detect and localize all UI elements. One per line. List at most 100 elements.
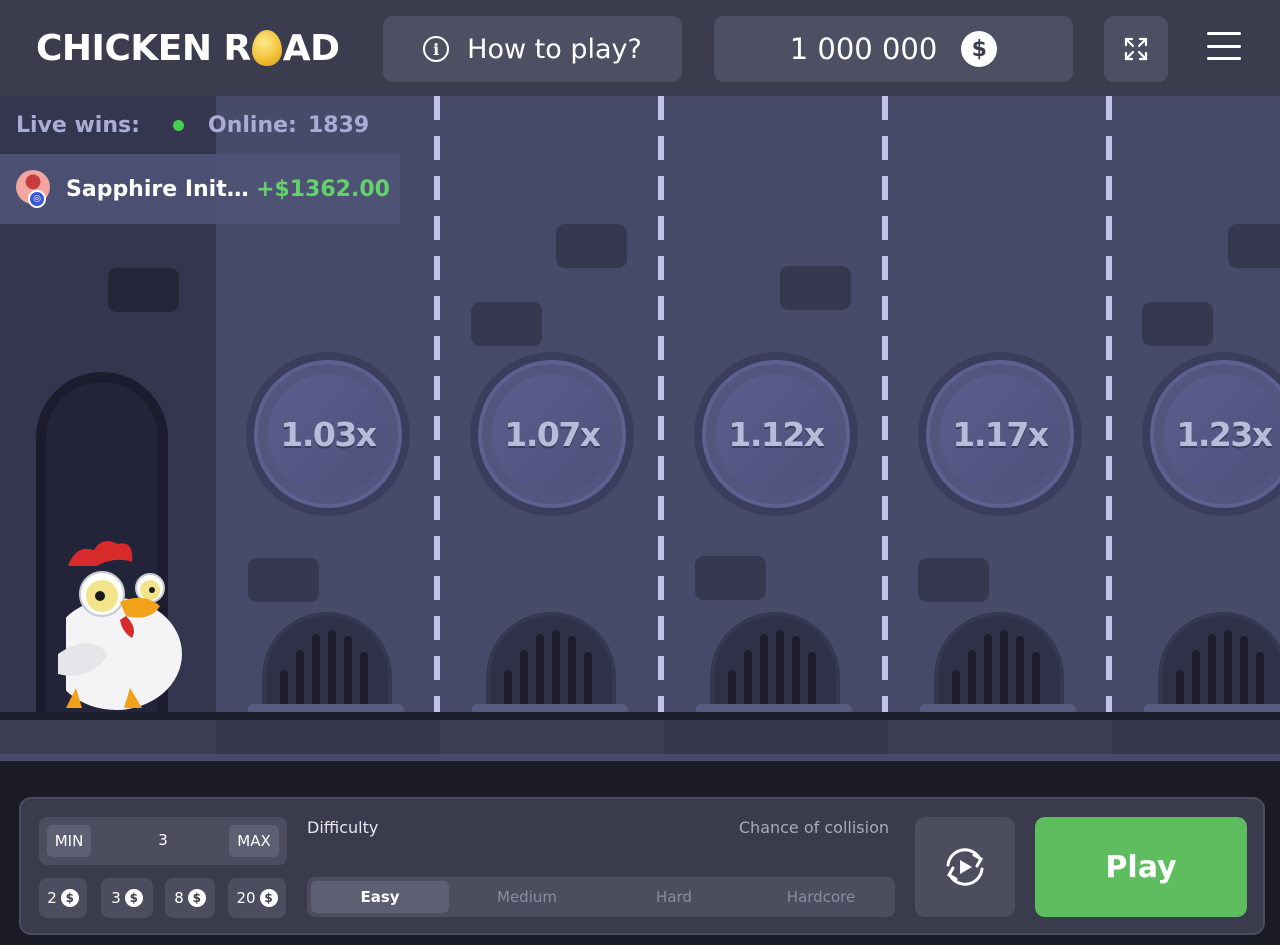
- lane-divider: [1106, 96, 1112, 716]
- road-brick: [1228, 224, 1280, 268]
- balance-value: 1 000 000: [789, 32, 938, 66]
- road-band: [0, 720, 1280, 754]
- multiplier-coin[interactable]: 1.17x: [918, 352, 1082, 516]
- quick-bet-button[interactable]: 8 $: [165, 878, 215, 918]
- multiplier-ring: 1.17x: [926, 360, 1074, 508]
- grate-bar: [792, 636, 800, 712]
- quick-bet-value: 20: [236, 889, 256, 907]
- multiplier-coin[interactable]: 1.23x: [1142, 352, 1280, 516]
- road-brick: [248, 558, 319, 602]
- multiplier-coin[interactable]: 1.07x: [470, 352, 634, 516]
- multiplier-face: 1.23x: [1164, 374, 1280, 494]
- road-segment: [888, 720, 1112, 754]
- live-wins-label: Live wins:: [16, 112, 140, 138]
- multiplier-ring: 1.03x: [254, 360, 402, 508]
- road-brick: [918, 558, 989, 602]
- grate-bar: [344, 636, 352, 712]
- multiplier-face: 1.03x: [268, 374, 388, 494]
- logo-text-right: AD: [282, 28, 340, 69]
- how-to-play-button[interactable]: i How to play?: [383, 16, 682, 82]
- multiplier-ring: 1.07x: [478, 360, 626, 508]
- chicken-character-icon: [46, 541, 182, 716]
- multiplier-face: 1.07x: [492, 374, 612, 494]
- grate-bar: [808, 652, 816, 712]
- lane-divider: [434, 96, 440, 716]
- dollar-coin-icon: $: [187, 889, 206, 907]
- manhole-grate-icon: [262, 612, 392, 712]
- bet-amount-input[interactable]: 3: [143, 831, 183, 849]
- road-brick: [780, 266, 851, 310]
- top-bar: CHICKEN R AD i How to play? 1 000 000 $: [0, 0, 1280, 96]
- grate-bar: [760, 634, 768, 712]
- quick-bet-button[interactable]: 2 $: [39, 878, 87, 918]
- online-label: Online:: [208, 112, 297, 138]
- multiplier-value: 1.07x: [504, 414, 601, 454]
- multiplier-value: 1.23x: [1176, 414, 1273, 454]
- grate-bar: [1192, 650, 1200, 712]
- difficulty-label: Difficulty: [307, 818, 379, 837]
- difficulty-tab-easy[interactable]: Easy: [311, 881, 449, 913]
- difficulty-tab-medium[interactable]: Medium: [458, 881, 596, 913]
- multiplier-value: 1.17x: [952, 414, 1049, 454]
- multiplier-value: 1.12x: [728, 414, 825, 454]
- grate-bar: [776, 630, 784, 712]
- menu-bar: [1207, 44, 1241, 48]
- menu-bar: [1207, 57, 1241, 60]
- live-win-entry: ◎ Sapphire Init… +$1362.00: [0, 154, 400, 224]
- lane-divider: [658, 96, 664, 716]
- wall-brick: [108, 268, 179, 312]
- live-wins-bar: Live wins: Online: 1839: [0, 96, 400, 154]
- max-bet-button[interactable]: MAX: [229, 825, 279, 857]
- multiplier-face: 1.17x: [940, 374, 1060, 494]
- multiplier-ring: 1.23x: [1150, 360, 1280, 508]
- difficulty-selector: Easy Medium Hard Hardcore: [307, 877, 895, 917]
- quick-bet-button[interactable]: 20 $: [228, 878, 286, 918]
- autoplay-button[interactable]: [915, 817, 1015, 917]
- min-bet-button[interactable]: MIN: [47, 825, 91, 857]
- grate-bar: [296, 650, 304, 712]
- chance-of-collision-label: Chance of collision: [738, 818, 889, 837]
- manhole-grate-icon: [934, 612, 1064, 712]
- quick-bet-button[interactable]: 3 $: [101, 878, 153, 918]
- grate-bar: [584, 652, 592, 712]
- road-brick: [695, 556, 766, 600]
- autoplay-refresh-icon: [946, 848, 984, 886]
- grate-bar: [1032, 652, 1040, 712]
- grate-bar: [360, 652, 368, 712]
- how-to-play-label: How to play?: [467, 33, 642, 65]
- grate-bar: [984, 634, 992, 712]
- grate-bar: [568, 636, 576, 712]
- dollar-coin-icon: $: [124, 889, 143, 907]
- quick-bet-value: 3: [111, 889, 121, 907]
- online-status-dot-icon: [173, 120, 184, 131]
- play-button[interactable]: Play: [1035, 817, 1247, 917]
- road-brick: [556, 224, 627, 268]
- online-count: 1839: [308, 112, 370, 138]
- fullscreen-button[interactable]: [1104, 16, 1168, 82]
- grate-bar: [312, 634, 320, 712]
- dollar-coin-icon: $: [961, 31, 998, 67]
- globe-icon: ◎: [28, 190, 46, 208]
- difficulty-tab-hardcore[interactable]: Hardcore: [752, 881, 890, 913]
- multiplier-value: 1.03x: [280, 414, 377, 454]
- dollar-coin-icon: $: [60, 889, 79, 907]
- winner-name: Sapphire Init…: [66, 176, 249, 202]
- quick-bet-value: 8: [174, 889, 184, 907]
- balance-display: 1 000 000 $: [714, 16, 1073, 82]
- multiplier-coin[interactable]: 1.03x: [246, 352, 410, 516]
- grate-bar: [968, 650, 976, 712]
- manhole-grate-icon: [710, 612, 840, 712]
- road-brick: [1142, 302, 1213, 346]
- grate-bar: [1240, 636, 1248, 712]
- win-amount: +$1362.00: [256, 176, 390, 202]
- multiplier-coin[interactable]: 1.12x: [694, 352, 858, 516]
- chicken-road-logo: CHICKEN R AD: [36, 26, 340, 72]
- road-edge: [0, 712, 1280, 720]
- menu-bar: [1207, 32, 1241, 35]
- difficulty-tab-hard[interactable]: Hard: [605, 881, 743, 913]
- hamburger-menu-button[interactable]: [1204, 28, 1244, 64]
- manhole-grate-icon: [486, 612, 616, 712]
- quick-bet-value: 2: [47, 889, 57, 907]
- golden-egg-icon: [251, 30, 282, 66]
- grate-bar: [520, 650, 528, 712]
